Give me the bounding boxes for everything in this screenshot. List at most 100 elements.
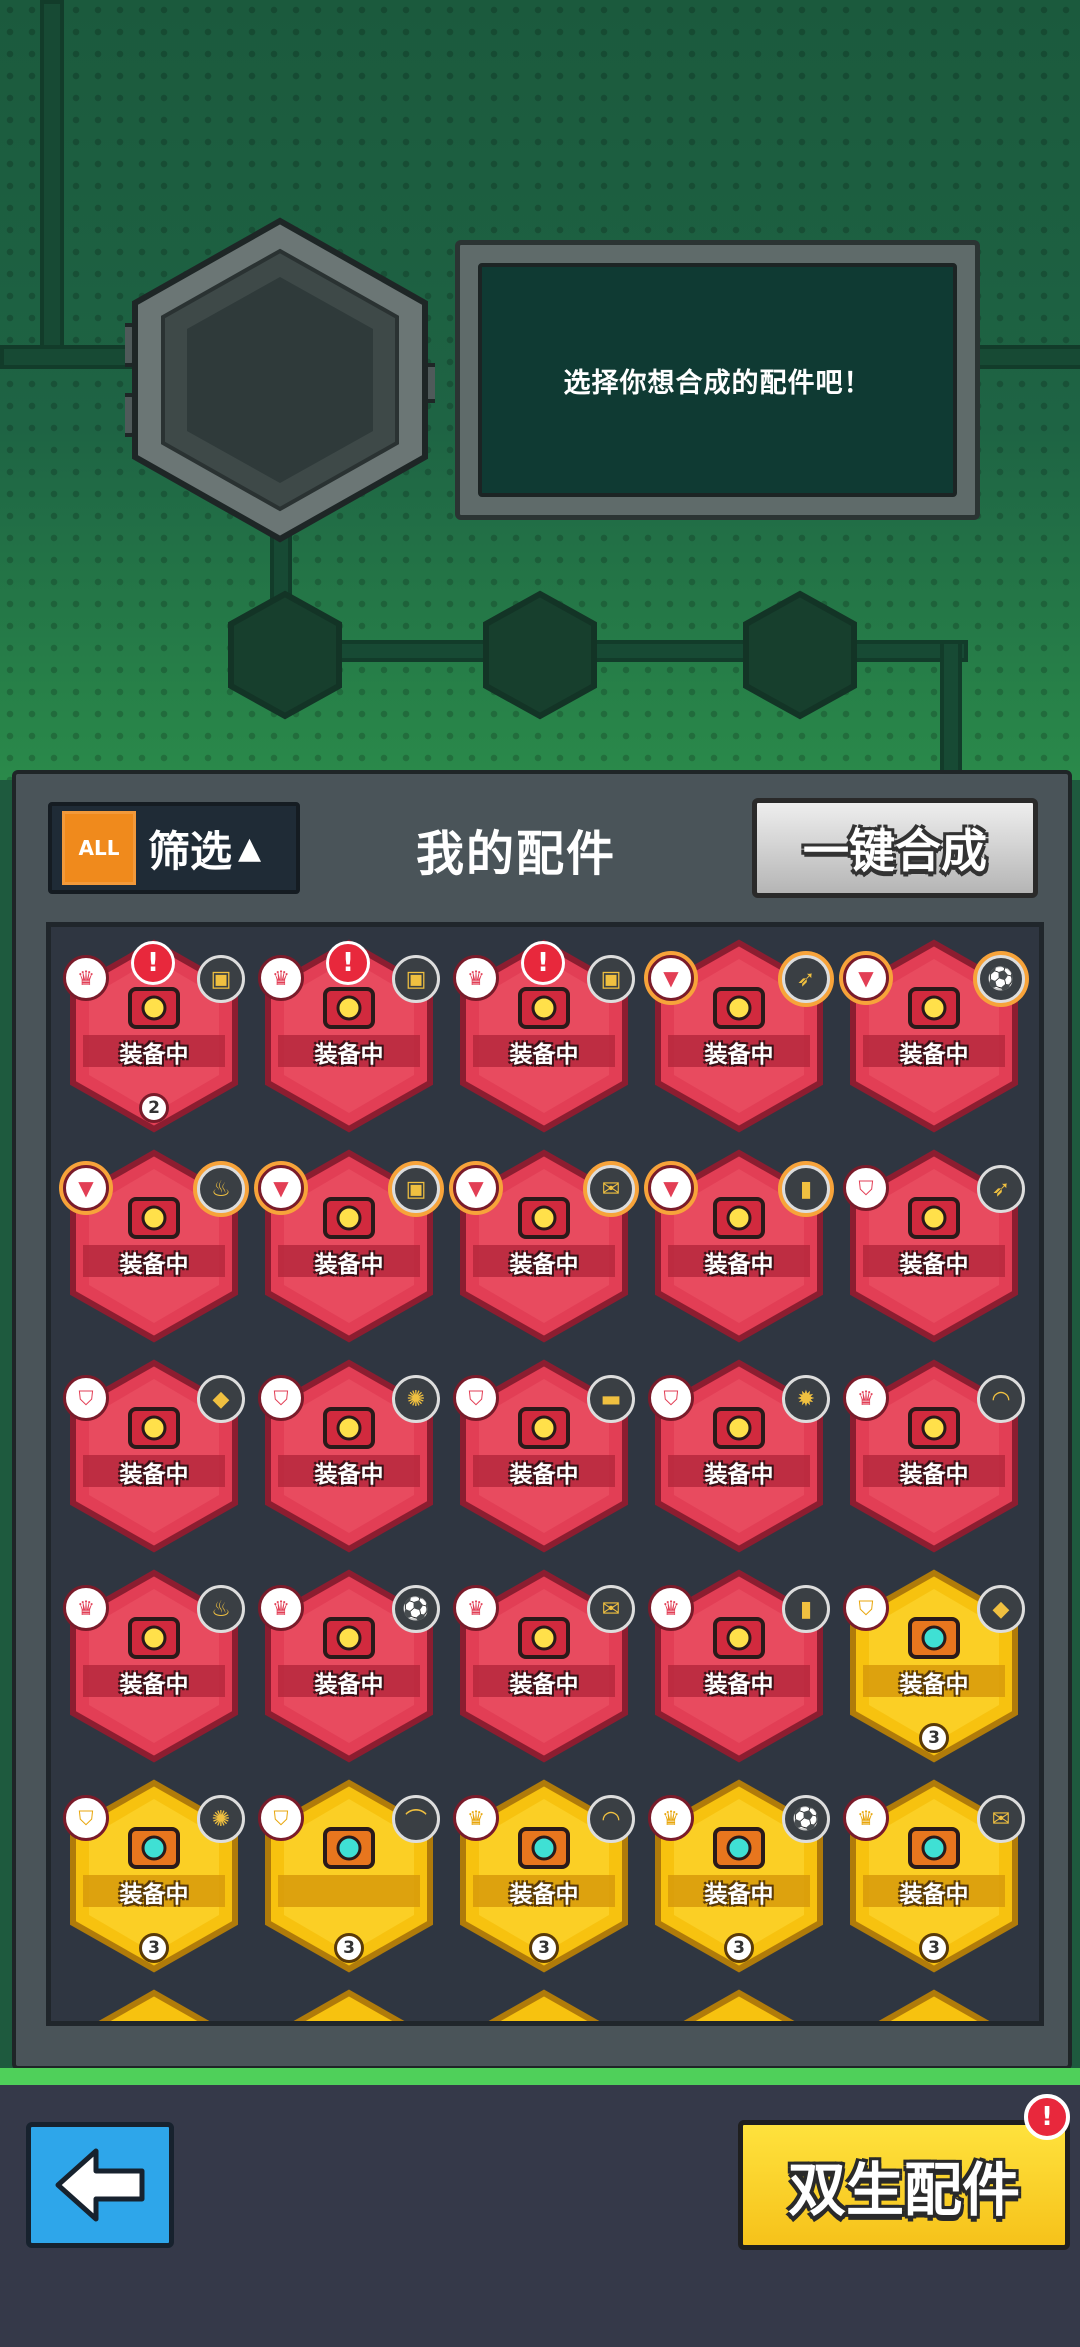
crown-icon: ♛ xyxy=(453,1585,499,1631)
part-card[interactable] xyxy=(449,1987,639,2021)
equipped-label: 装备中 xyxy=(704,1882,774,1908)
part-card[interactable]: ⛉ ✹ 装备中 xyxy=(644,1357,834,1553)
count-badge: 3 xyxy=(919,1723,949,1753)
part-artwork xyxy=(518,1407,570,1449)
part-artwork xyxy=(128,987,180,1029)
saw-icon: ✺ xyxy=(392,1375,440,1423)
count-badge: 3 xyxy=(334,1933,364,1963)
equipped-label: 装备中 xyxy=(704,1252,774,1278)
equipped-label: 装备中 xyxy=(899,1882,969,1908)
crown-icon: ♛ xyxy=(453,1795,499,1841)
part-card[interactable]: ♛ ▣ 装备中! xyxy=(254,937,444,1133)
part-card[interactable]: ♛ ▣ 装备中! xyxy=(449,937,639,1133)
part-card[interactable] xyxy=(254,1987,444,2021)
part-card[interactable]: ♛ ⚽ 装备中 xyxy=(254,1567,444,1763)
part-card[interactable]: ♛ ◠ 装备中 xyxy=(839,1357,1029,1553)
hex-frame xyxy=(683,1989,795,2021)
part-card[interactable]: ⛉ ✺ 装备中 xyxy=(254,1357,444,1553)
alert-badge: ! xyxy=(326,941,370,985)
part-card[interactable]: ▼ ⚽ 装备中 xyxy=(839,937,1029,1133)
equipped-label: 装备中 xyxy=(314,1672,384,1698)
part-artwork xyxy=(518,987,570,1029)
tri-gem-icon: ▼ xyxy=(843,955,889,1001)
equipped-label: 装备中 xyxy=(314,1042,384,1068)
empty-slot-hex xyxy=(228,590,342,720)
crown-icon: ♛ xyxy=(648,1795,694,1841)
part-card[interactable] xyxy=(59,1987,249,2021)
boomerang-icon: ⌒ xyxy=(392,1795,440,1843)
crown-icon: ♛ xyxy=(648,1585,694,1631)
part-artwork xyxy=(713,1407,765,1449)
part-card[interactable]: ⛉ ➶ 装备中 xyxy=(839,1147,1029,1343)
crown-icon: ♛ xyxy=(258,1585,304,1631)
part-artwork xyxy=(518,1827,570,1869)
background-scene: 选择你想合成的配件吧！ xyxy=(0,0,1080,788)
part-artwork xyxy=(713,987,765,1029)
equipped-label: 装备中 xyxy=(899,1462,969,1488)
hex-frame xyxy=(293,1989,405,2021)
part-card[interactable]: ▼ ➶ 装备中 xyxy=(644,937,834,1133)
part-artwork xyxy=(713,1197,765,1239)
equipped-label: 装备中 xyxy=(314,1252,384,1278)
part-artwork xyxy=(323,1827,375,1869)
part-card[interactable]: ♛ ♨ 装备中 xyxy=(59,1567,249,1763)
tri-gem-icon: ▼ xyxy=(63,1165,109,1211)
croissant-icon: ◠ xyxy=(587,1795,635,1843)
shield-icon: ⛉ xyxy=(843,1165,889,1211)
part-artwork xyxy=(518,1197,570,1239)
empty-slot-hex xyxy=(743,590,857,720)
part-artwork xyxy=(908,1407,960,1449)
tri-gem-icon: ▼ xyxy=(258,1165,304,1211)
part-card[interactable]: ♛ ▣ 装备中! 2 xyxy=(59,937,249,1133)
filter-button[interactable]: ALL 筛选 ▲ xyxy=(48,802,300,894)
part-artwork xyxy=(323,1407,375,1449)
part-card[interactable]: ♛ ◠ 装备中 3 xyxy=(449,1777,639,1973)
saw-icon: ✺ xyxy=(197,1795,245,1843)
one-click-merge-button[interactable]: 一键合成 xyxy=(752,798,1038,898)
stamp-icon: ✉ xyxy=(587,1165,635,1213)
shield-icon: ⛉ xyxy=(258,1795,304,1841)
equipped-label: 装备中 xyxy=(119,1882,189,1908)
equipped-label: 装备中 xyxy=(899,1042,969,1068)
crown-icon: ♛ xyxy=(843,1795,889,1841)
merge-slot[interactable] xyxy=(125,215,435,545)
tri-gem-icon: ▼ xyxy=(648,955,694,1001)
part-card[interactable]: ⛉ ✺ 装备中 3 xyxy=(59,1777,249,1973)
part-artwork xyxy=(128,1197,180,1239)
part-card[interactable]: ▼ ▮ 装备中 xyxy=(644,1147,834,1343)
part-card[interactable]: ⛉ ◆ 装备中 3 xyxy=(839,1567,1029,1763)
triangle-up-icon: ▲ xyxy=(238,830,262,866)
twin-parts-button[interactable]: 双生配件 xyxy=(738,2120,1070,2250)
part-card[interactable]: ▼ ▣ 装备中 xyxy=(254,1147,444,1343)
part-artwork xyxy=(128,1407,180,1449)
part-card[interactable]: ♛ ✉ 装备中 xyxy=(449,1567,639,1763)
part-card[interactable] xyxy=(839,1987,1029,2021)
back-button[interactable] xyxy=(26,2122,174,2248)
part-artwork xyxy=(323,987,375,1029)
part-card[interactable]: ⛉ ◆ 装备中 xyxy=(59,1357,249,1553)
part-card[interactable] xyxy=(644,1987,834,2021)
equipped-label: 装备中 xyxy=(704,1672,774,1698)
part-card[interactable]: ⛉ ⌒ 3 xyxy=(254,1777,444,1973)
part-card[interactable]: ⛉ ▬ 装备中 xyxy=(449,1357,639,1553)
part-card[interactable]: ♛ ⚽ 装备中 3 xyxy=(644,1777,834,1973)
equipped-label: 装备中 xyxy=(704,1042,774,1068)
part-artwork xyxy=(518,1617,570,1659)
shield-icon: ⛉ xyxy=(63,1375,109,1421)
equipped-label: 装备中 xyxy=(899,1252,969,1278)
tri-gem-icon: ▼ xyxy=(453,1165,499,1211)
bottle-icon: ▮ xyxy=(782,1585,830,1633)
part-artwork xyxy=(908,1827,960,1869)
part-artwork xyxy=(323,1617,375,1659)
tri-gem-icon: ▼ xyxy=(648,1165,694,1211)
all-badge: ALL xyxy=(62,811,136,885)
part-card[interactable]: ▼ ♨ 装备中 xyxy=(59,1147,249,1343)
part-artwork xyxy=(908,987,960,1029)
part-card[interactable]: ▼ ✉ 装备中 xyxy=(449,1147,639,1343)
part-card[interactable]: ♛ ▮ 装备中 xyxy=(644,1567,834,1763)
equipped-label: 装备中 xyxy=(704,1462,774,1488)
part-artwork xyxy=(323,1197,375,1239)
part-card[interactable]: ♛ ✉ 装备中 3 xyxy=(839,1777,1029,1973)
alert-badge: ! xyxy=(131,941,175,985)
equipped-label: 装备中 xyxy=(119,1252,189,1278)
